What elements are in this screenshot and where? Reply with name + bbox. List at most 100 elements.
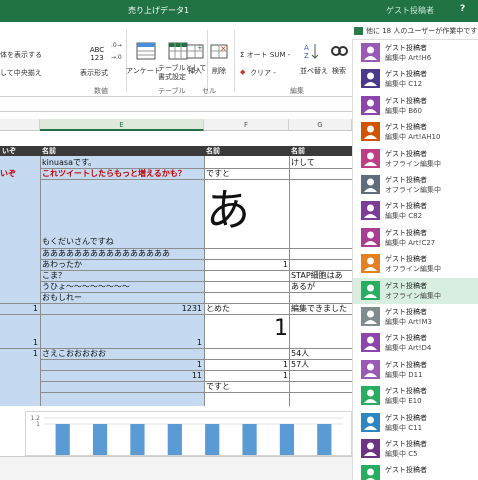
cell-text[interactable]: これツイートしたらもっと増えるかも？ bbox=[42, 169, 204, 179]
collaborator-item[interactable]: ゲスト投稿者 オフライン編集中 bbox=[353, 251, 478, 277]
increase-decimal-icon[interactable]: .0→ bbox=[111, 42, 122, 49]
cell-number[interactable]: 1231 bbox=[42, 304, 202, 314]
conditional-format-icon[interactable] bbox=[136, 42, 156, 60]
cell-text[interactable]: ですと bbox=[206, 382, 286, 392]
cell-number[interactable]: 1 bbox=[0, 304, 38, 314]
collaborator-item[interactable]: ゲスト投稿者 編集中 C12 bbox=[353, 66, 478, 92]
spreadsheet-grid[interactable]: いぞ 名前 名前 名前 いぞ kinuasaです。 けして これツイートしたらも… bbox=[0, 131, 352, 456]
conditional-format-label[interactable]: アンケート bbox=[126, 66, 161, 76]
wrap-text-button[interactable]: 体を表示する bbox=[0, 50, 42, 60]
sheet-tabs-bar[interactable] bbox=[0, 456, 352, 480]
cell-number[interactable]: 11 bbox=[42, 371, 202, 381]
find-label[interactable]: 検索 bbox=[332, 66, 346, 76]
cell-text[interactable]: うひょ～～～～～～～～ bbox=[42, 282, 202, 292]
chart-y-tick-label: 1 bbox=[36, 421, 40, 428]
cell-number[interactable]: 1 bbox=[206, 360, 288, 370]
cell-text[interactable]: 57人 bbox=[291, 360, 351, 370]
find-icon[interactable] bbox=[330, 42, 348, 60]
guest-user-label[interactable]: ゲスト投稿者 bbox=[386, 5, 434, 16]
header-cell[interactable]: いぞ bbox=[0, 146, 40, 156]
collaborators-notice[interactable]: 他に 18 人のユーザーが作業中です - bbox=[352, 22, 478, 40]
collaborator-item[interactable]: ゲスト投稿者 オフライン編集中 bbox=[353, 278, 478, 304]
clear-button[interactable]: クリア - bbox=[250, 68, 276, 78]
clear-icon[interactable]: ◆ bbox=[240, 68, 245, 76]
collaborator-item[interactable]: ゲスト投稿者 編集中 Art!D4 bbox=[353, 330, 478, 356]
collaborators-panel[interactable]: ゲスト投稿者 編集中 Art!H6 ゲスト投稿者 編集中 C12 ゲスト投稿者 編集中 B… bbox=[352, 40, 478, 480]
collaborator-item[interactable]: ゲスト投稿者 編集中 C5 bbox=[353, 436, 478, 462]
user-avatar-icon bbox=[361, 439, 380, 458]
large-cell-text[interactable]: あ bbox=[206, 185, 266, 237]
group-editing-label: 編集 bbox=[290, 87, 304, 95]
insert-label[interactable]: 挿入 bbox=[188, 66, 202, 76]
format-as-table-icon[interactable] bbox=[168, 42, 188, 60]
chart-bar[interactable] bbox=[279, 424, 295, 456]
cell-number[interactable]: 1 bbox=[0, 338, 38, 348]
collaborator-item[interactable]: ゲスト投稿者 編集中 Art!M3 bbox=[353, 304, 478, 330]
cell-number[interactable]: 1 bbox=[206, 371, 288, 381]
cell-text[interactable]: kinuasaです。 bbox=[42, 158, 202, 168]
cell-text[interactable]: いぞ bbox=[0, 169, 40, 179]
collaborator-item[interactable]: ゲスト投稿者 編集中 E10 bbox=[353, 383, 478, 409]
user-avatar-icon bbox=[361, 201, 380, 220]
sort-filter-label[interactable]: 並べ替え bbox=[300, 66, 328, 76]
cell-text[interactable]: とめた bbox=[206, 304, 286, 314]
chart-bar[interactable] bbox=[317, 424, 332, 456]
chart-bar[interactable] bbox=[55, 424, 70, 456]
delete-label[interactable]: 削除 bbox=[212, 66, 226, 76]
cell-text[interactable]: けして bbox=[291, 158, 351, 168]
header-cell[interactable]: 名前 bbox=[289, 146, 352, 156]
collaborator-status: 編集中 Art!H6 bbox=[385, 54, 432, 62]
chart-bar[interactable] bbox=[130, 424, 145, 456]
chart-bar[interactable] bbox=[242, 424, 257, 456]
decrease-decimal-icon[interactable]: →.0 bbox=[111, 54, 122, 61]
cell-text[interactable]: 54人 bbox=[291, 349, 351, 359]
sort-filter-icon[interactable]: AZ bbox=[303, 42, 321, 60]
cell-number[interactable]: 1 bbox=[42, 338, 202, 348]
large-cell-number[interactable]: 1 bbox=[206, 317, 288, 341]
insert-cells-icon[interactable]: + bbox=[186, 42, 204, 60]
collaborator-item[interactable]: ゲスト投稿者 編集中 Art!C27 bbox=[353, 225, 478, 251]
number-format-icon[interactable]: ABC 123 bbox=[86, 46, 108, 64]
column-header-d[interactable] bbox=[0, 119, 40, 131]
number-format-label[interactable]: 表示形式 bbox=[80, 68, 108, 78]
collaborator-status: オフライン編集中 bbox=[385, 160, 441, 168]
column-header-f[interactable]: F bbox=[204, 119, 289, 131]
cell-text[interactable]: こま？ bbox=[42, 271, 202, 281]
cell-number[interactable]: 1 bbox=[0, 349, 38, 359]
column-header-e[interactable]: E bbox=[40, 119, 204, 131]
cell-text[interactable]: ああああああああああああああああ bbox=[42, 249, 204, 259]
chart-bar[interactable] bbox=[167, 424, 182, 456]
collaborator-item[interactable]: ゲスト投稿者 bbox=[353, 462, 478, 480]
collaborator-item[interactable]: ゲスト投稿者 編集中 Art!H6 bbox=[353, 40, 478, 66]
collaborator-item[interactable]: ゲスト投稿者 オフライン編集中 bbox=[353, 172, 478, 198]
collaborator-item[interactable]: ゲスト投稿者 編集中 C82 bbox=[353, 198, 478, 224]
merge-center-button[interactable]: して中央揃え bbox=[0, 68, 42, 78]
user-avatar-icon bbox=[361, 69, 380, 88]
cell-text[interactable]: あるが bbox=[291, 282, 351, 292]
collaborator-item[interactable]: ゲスト投稿者 編集中 Art!AH10 bbox=[353, 119, 478, 145]
chart-bar[interactable] bbox=[205, 424, 220, 456]
header-cell[interactable]: 名前 bbox=[204, 146, 289, 156]
formula-bar[interactable] bbox=[0, 98, 352, 112]
collaborator-item[interactable]: ゲスト投稿者 編集中 D11 bbox=[353, 357, 478, 383]
column-header-g[interactable]: G bbox=[289, 119, 352, 131]
help-button[interactable]: ? bbox=[460, 4, 465, 14]
embedded-bar-chart[interactable]: 1.2 1 bbox=[25, 411, 352, 456]
cell-number[interactable]: 1 bbox=[42, 360, 202, 370]
cell-text[interactable]: あわったか bbox=[42, 260, 202, 270]
cell-text[interactable]: さえこおおおおお bbox=[42, 349, 202, 359]
collaborator-item[interactable]: ゲスト投稿者 編集中 B60 bbox=[353, 93, 478, 119]
cell-text[interactable]: STAP細胞はあ bbox=[291, 271, 352, 281]
chart-bar[interactable] bbox=[92, 424, 108, 456]
header-cell[interactable]: 名前 bbox=[40, 146, 204, 156]
autosum-button[interactable]: Σ オート SUM - bbox=[240, 50, 290, 60]
delete-cells-icon[interactable]: × bbox=[210, 42, 228, 60]
document-title[interactable]: 売り上げデータ1 bbox=[128, 5, 189, 16]
cell-number[interactable]: 1 bbox=[206, 260, 288, 270]
collaborator-item[interactable]: ゲスト投稿者 編集中 C11 bbox=[353, 410, 478, 436]
cell-text[interactable]: 編集できました bbox=[291, 304, 352, 314]
cell-text[interactable]: ですと bbox=[206, 169, 286, 179]
cell-text[interactable]: もくだいさんですね bbox=[42, 237, 202, 247]
collaborator-item[interactable]: ゲスト投稿者 オフライン編集中 bbox=[353, 146, 478, 172]
cell-text[interactable]: おもしれー bbox=[42, 293, 202, 303]
